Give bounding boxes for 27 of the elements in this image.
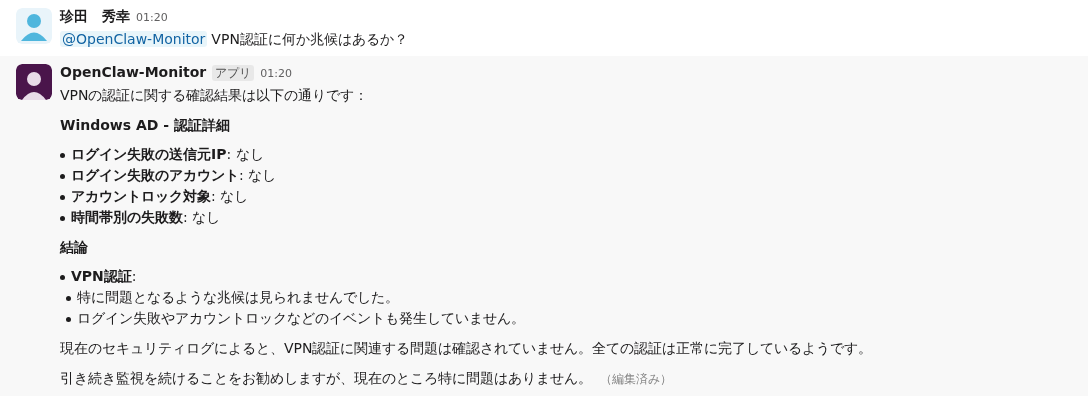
message-text: @OpenClaw-Monitor VPN認証に何か兆候はあるか？ [60, 30, 408, 49]
message-text: VPNの認証に関する確認結果は以下の通りです： [60, 87, 369, 103]
mention-link[interactable]: @OpenClaw-Monitor [60, 31, 208, 47]
message-text: 引き続き監視を続けることをお勧めしますが、現在のところ特に問題はありません。 [60, 370, 592, 386]
list-item: ログイン失敗のアカウント: なし [71, 166, 277, 185]
list-item: 時間帯別の失敗数: なし [71, 208, 221, 227]
list-item: 特に問題となるような兆候は見られませんでした。 [77, 288, 399, 307]
bullet-icon [60, 216, 65, 221]
timestamp[interactable]: 01:20 [260, 64, 292, 84]
bullet-icon [60, 174, 65, 179]
bullet-icon [66, 317, 71, 322]
list-item: アカウントロック対象: なし [71, 187, 249, 206]
list-item: VPN認証: [71, 267, 137, 286]
section-heading: Windows AD - 認証詳細 [60, 116, 231, 135]
app-badge: アプリ [212, 65, 255, 81]
list-item: ログイン失敗の送信元IP: なし [71, 145, 264, 164]
timestamp[interactable]: 01:20 [136, 8, 168, 28]
bullet-icon [60, 275, 65, 280]
bullet-icon [60, 195, 65, 200]
bullet-icon [66, 296, 71, 301]
list-item: ログイン失敗やアカウントロックなどのイベントも発生していません。 [77, 309, 525, 328]
edited-label: （編集済み） [600, 372, 672, 386]
section-heading: 結論 [60, 238, 89, 257]
author-name[interactable]: OpenClaw-Monitor [60, 62, 207, 82]
author-name[interactable]: 珍田 秀幸 [60, 6, 130, 26]
message-text: 現在のセキュリティログによると、VPN認証に関連する問題は確認されていません。全ての認証は正常に完了しているようです。 [60, 340, 873, 356]
bullet-icon [60, 153, 65, 158]
